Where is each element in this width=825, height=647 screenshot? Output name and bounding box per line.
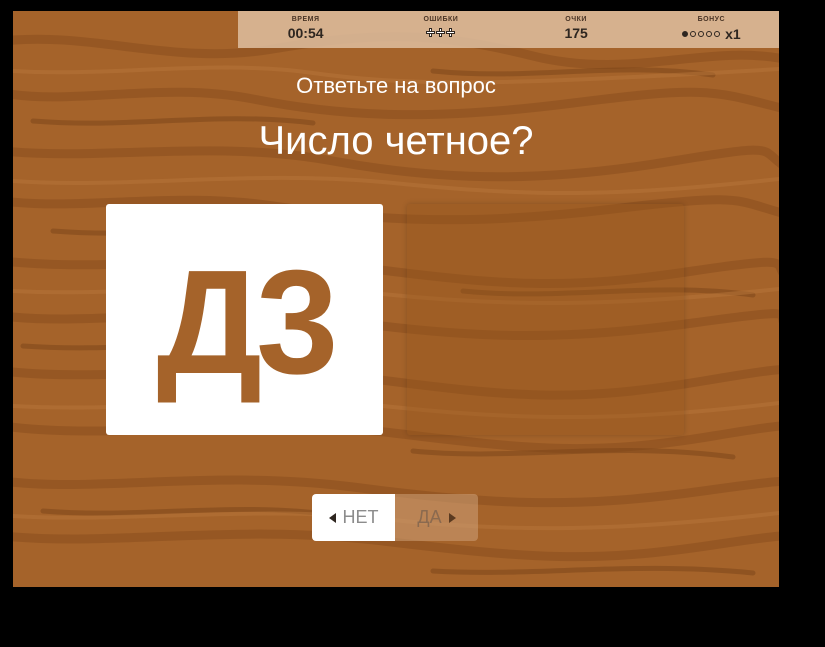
cross-icon <box>446 28 456 37</box>
no-button[interactable]: НЕТ <box>312 494 395 541</box>
bonus-dot-icon <box>714 31 721 37</box>
hud-mistakes: ОШИБКИ <box>401 11 481 42</box>
cross-icon <box>426 28 436 37</box>
score-value: 175 <box>564 25 588 41</box>
current-card: Д3 <box>106 204 383 435</box>
yes-button-label: ДА <box>417 507 442 527</box>
bonus-indicator: x1 <box>682 26 741 42</box>
hud-bonus: БОНУС x1 <box>671 11 751 42</box>
hud-score: ОЧКИ 175 <box>536 11 616 42</box>
hud-bar: ВРЕМЯ 00:54 ОШИБКИ ОЧКИ 175 БОНУС x1 <box>238 11 779 48</box>
mistakes-label: ОШИБКИ <box>423 16 459 23</box>
bonus-dot-icon <box>698 31 705 37</box>
bonus-multiplier: x1 <box>725 26 741 42</box>
bonus-dot-icon <box>682 31 689 37</box>
time-value: 00:54 <box>287 25 324 41</box>
empty-card-slot <box>407 204 684 435</box>
arrow-right-icon <box>448 512 456 523</box>
game-board: ВРЕМЯ 00:54 ОШИБКИ ОЧКИ 175 БОНУС x1 Отв… <box>13 11 779 587</box>
time-label: ВРЕМЯ <box>291 16 320 23</box>
no-button-label: НЕТ <box>342 507 379 527</box>
bonus-dot-icon <box>690 31 697 37</box>
instruction-text: Ответьте на вопрос <box>296 73 496 98</box>
yes-button[interactable]: ДА <box>395 494 478 541</box>
answer-buttons: НЕТ ДА <box>312 494 478 541</box>
screen-frame: ВРЕМЯ 00:54 ОШИБКИ ОЧКИ 175 БОНУС x1 Отв… <box>0 0 825 647</box>
hud-time: ВРЕМЯ 00:54 <box>266 11 346 42</box>
question-text: Число четное? <box>258 119 534 163</box>
bonus-label: БОНУС <box>697 16 726 23</box>
card-value: Д3 <box>156 239 339 405</box>
bonus-dot-icon <box>706 31 713 37</box>
mistakes-indicator <box>426 28 456 37</box>
arrow-left-icon <box>328 512 336 523</box>
cross-icon <box>436 28 446 37</box>
score-label: ОЧКИ <box>565 16 587 23</box>
